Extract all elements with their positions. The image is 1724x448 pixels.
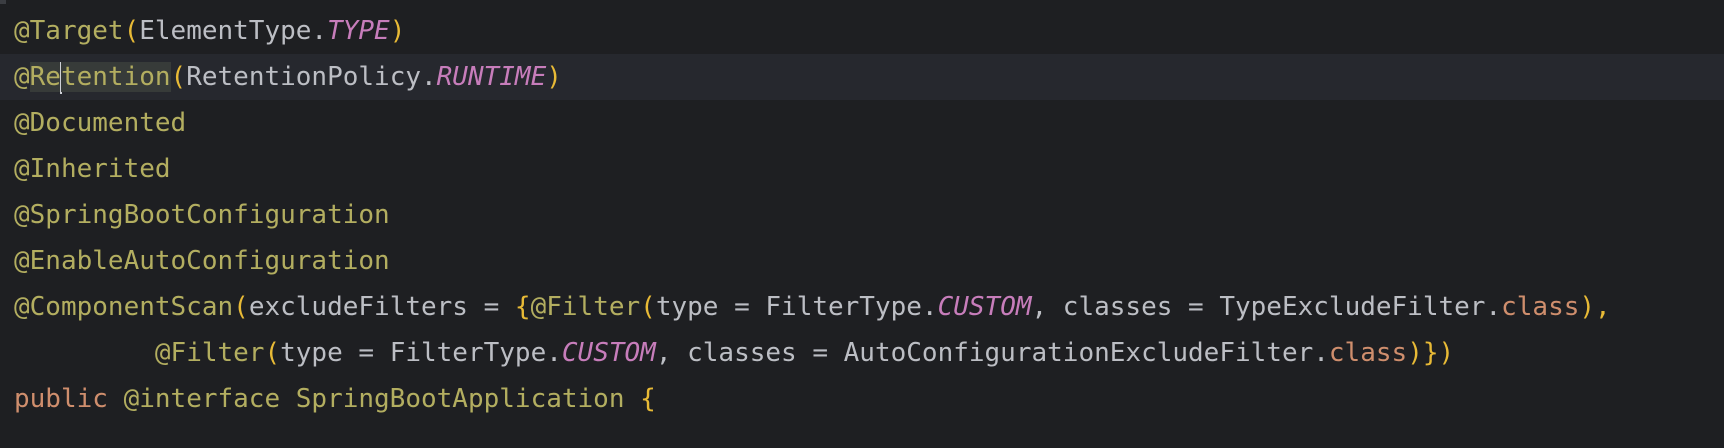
code-text: @Documented [14,100,186,146]
code-text: @Retention(RetentionPolicy.RUNTIME) [14,54,562,100]
code-text: @Inherited [14,146,171,192]
code-line[interactable]: @Target(ElementType.TYPE) [0,8,1724,54]
code-token: CUSTOM [561,338,656,368]
code-line-current[interactable]: @Retention(RetentionPolicy.RUNTIME) [0,54,1724,100]
code-token: type = FilterType. [655,292,938,322]
code-token: class [1501,292,1580,322]
code-token: Re [29,62,61,92]
code-token: SpringBootApplication [295,384,641,414]
code-line[interactable]: @EnableAutoConfiguration [0,238,1724,284]
code-token: ) [546,62,562,92]
scroll-marker [0,0,6,4]
code-token: @ComponentScan [14,292,234,322]
code-token: ) [389,16,406,46]
code-editor[interactable]: @Target(ElementType.TYPE) @Retention(Rete… [0,0,1724,448]
code-token: @SpringBootConfiguration [14,200,390,230]
code-token: @interface [123,384,296,414]
code-line[interactable]: @Filter(type = FilterType.CUSTOM, classe… [0,330,1724,376]
code-token: { [640,384,656,414]
code-token: , classes = AutoConfigurationExcludeFilt… [655,338,1329,368]
code-token: @Target [14,16,124,46]
code-token: @Filter [530,292,641,322]
code-line[interactable]: @ComponentScan(excludeFilters = {@Filter… [0,284,1724,330]
code-token: , classes = TypeExcludeFilter. [1031,292,1502,322]
code-token: tention [60,62,171,92]
code-token: ElementType. [139,16,328,46]
code-token: class [1328,338,1408,368]
code-token: TYPE [327,16,390,46]
code-token: ( [640,292,656,322]
code-token: ( [264,338,281,368]
code-text: @ComponentScan(excludeFilters = {@Filter… [14,284,1611,330]
code-text: @Target(ElementType.TYPE) [14,8,405,54]
code-token: )}) [1407,338,1455,368]
code-token: ( [123,16,140,46]
code-line[interactable]: @SpringBootConfiguration [0,192,1724,238]
code-text: public @interface SpringBootApplication … [14,376,656,422]
code-token: ), [1579,292,1611,322]
code-token: ( [170,62,187,92]
code-text: @SpringBootConfiguration [14,192,390,238]
code-line[interactable]: @Inherited [0,146,1724,192]
code-line[interactable]: @Documented [0,100,1724,146]
code-token: RUNTIME [436,62,547,92]
code-token: CUSTOM [937,292,1032,322]
code-token: @Inherited [14,154,171,184]
code-line[interactable]: public @interface SpringBootApplication … [0,376,1724,422]
code-text: @EnableAutoConfiguration [14,238,390,284]
code-token: @EnableAutoConfiguration [14,246,390,276]
code-token: ( [233,292,249,322]
code-token: { [514,292,531,322]
code-text: @Filter(type = FilterType.CUSTOM, classe… [14,330,1454,376]
code-token: @Filter [154,338,265,368]
code-token: @Documented [14,108,187,138]
code-token: RetentionPolicy. [186,62,437,92]
code-token: excludeFilters = [248,292,515,322]
code-token: public [14,384,124,414]
code-token: @ [14,62,30,92]
code-token: type = FilterType. [280,338,562,368]
